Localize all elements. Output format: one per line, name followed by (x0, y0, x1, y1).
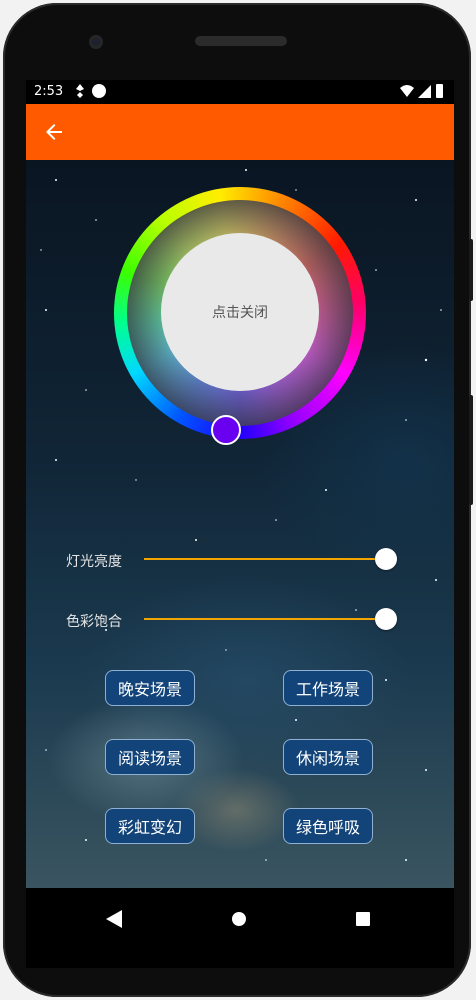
brightness-slider-track[interactable] (144, 558, 386, 560)
app-notification-icon (92, 84, 106, 98)
battery-icon (436, 84, 443, 98)
scene-button-work[interactable]: 工作场景 (283, 670, 373, 706)
scene-button-goodnight[interactable]: 晚安场景 (105, 670, 195, 706)
scene-button-label: 晚安场景 (117, 680, 182, 699)
power-toggle-label: 点击关闭 (212, 305, 268, 321)
scene-button-reading[interactable]: 阅读场景 (105, 739, 195, 775)
saturation-label: 色彩饱合 (66, 614, 122, 630)
arrow-left-icon[interactable] (42, 120, 66, 144)
saturation-slider-track[interactable] (144, 618, 386, 620)
app-bar (26, 104, 454, 160)
scene-button-label: 工作场景 (295, 680, 360, 699)
screen: 2:53 点击关闭 灯光亮度 色彩饱合 晚安场景 工作场景 阅读场景 休闲场景 … (26, 80, 454, 968)
color-picker-knob[interactable] (211, 415, 241, 445)
home-icon[interactable] (232, 912, 246, 926)
power-button (469, 239, 473, 301)
scene-button-label: 阅读场景 (117, 749, 182, 768)
status-time: 2:53 (34, 84, 64, 99)
saturation-slider-thumb[interactable] (375, 608, 397, 630)
power-toggle-button[interactable]: 点击关闭 (161, 233, 319, 391)
phone-frame: 2:53 点击关闭 灯光亮度 色彩饱合 晚安场景 工作场景 阅读场景 休闲场景 … (3, 3, 473, 997)
recents-icon[interactable] (356, 912, 370, 926)
scene-button-leisure[interactable]: 休闲场景 (283, 739, 373, 775)
scene-button-rainbow[interactable]: 彩虹变幻 (105, 808, 195, 844)
wifi-icon (400, 85, 414, 97)
scene-button-green-breathing[interactable]: 绿色呼吸 (283, 808, 373, 844)
scene-button-label: 彩虹变幻 (117, 818, 182, 837)
brightness-slider-thumb[interactable] (375, 548, 397, 570)
brightness-label: 灯光亮度 (66, 554, 122, 570)
volume-button (469, 395, 473, 505)
scene-button-label: 绿色呼吸 (295, 818, 360, 837)
status-bar: 2:53 (26, 80, 454, 104)
back-icon[interactable] (106, 910, 122, 928)
main-content: 点击关闭 灯光亮度 色彩饱合 晚安场景 工作场景 阅读场景 休闲场景 彩虹变幻 (26, 160, 454, 888)
notification-icon (76, 84, 84, 98)
front-camera (89, 35, 103, 49)
scene-button-label: 休闲场景 (295, 749, 360, 768)
navigation-bar (26, 888, 454, 968)
signal-icon (418, 85, 431, 98)
earpiece-speaker (195, 36, 287, 46)
